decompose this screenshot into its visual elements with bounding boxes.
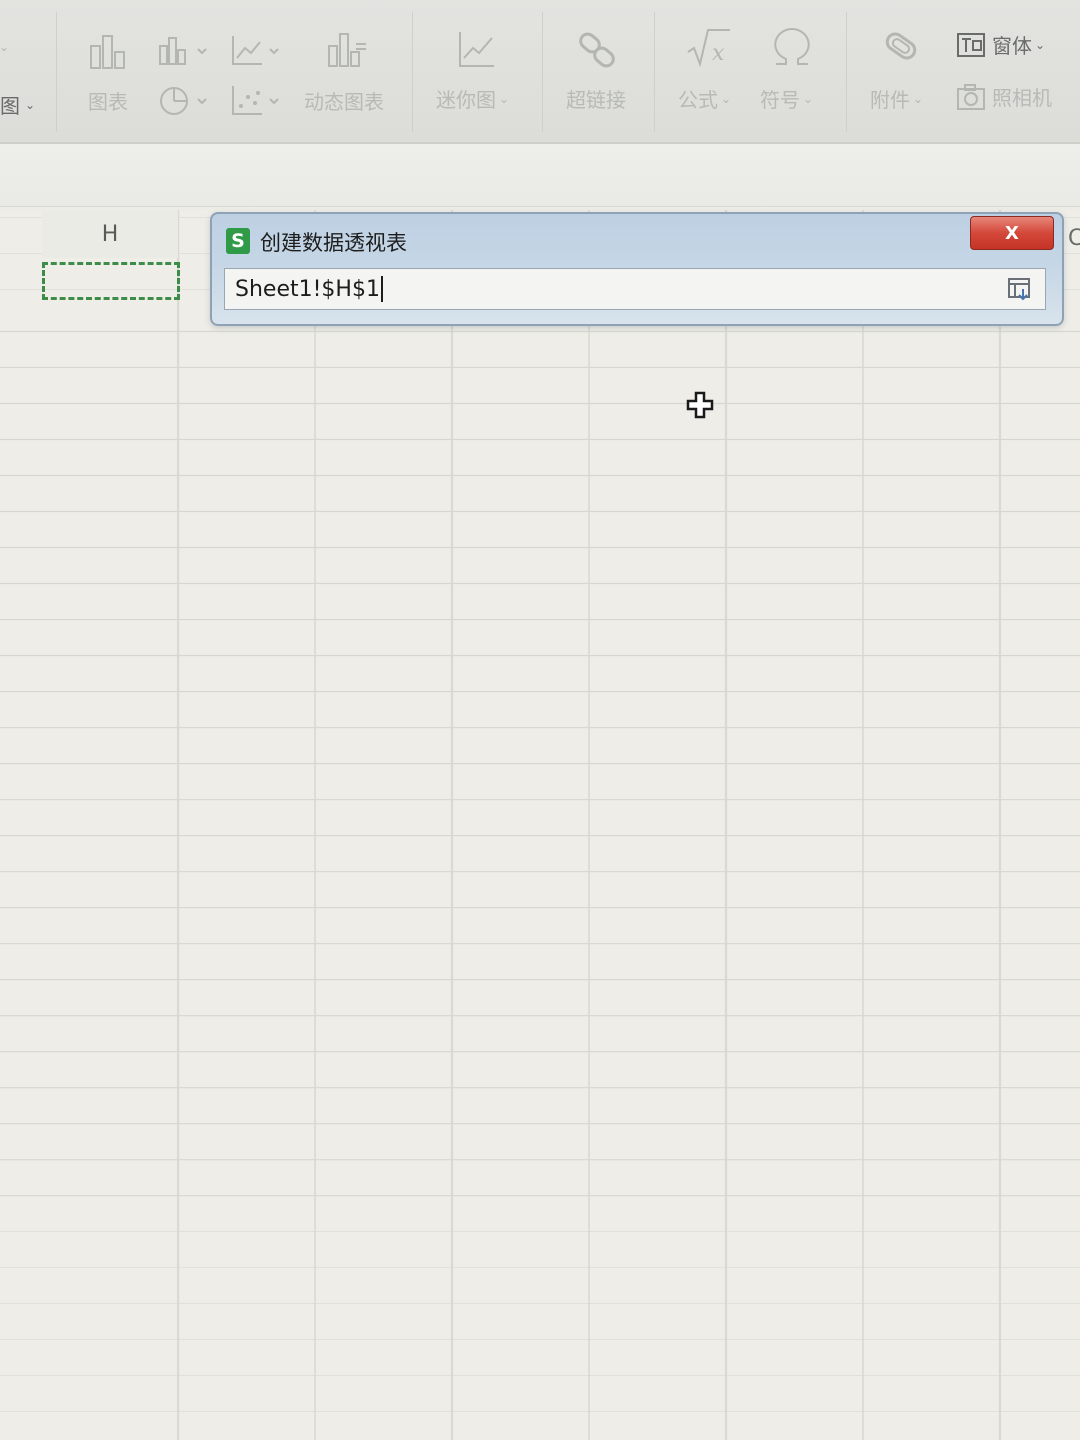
- paperclip-icon[interactable]: [880, 28, 920, 68]
- dialog-title: 创建数据透视表: [260, 231, 407, 255]
- svg-text:x: x: [712, 41, 725, 66]
- line-chart-icon[interactable]: [230, 34, 284, 68]
- chevron-down-icon: ⌄: [721, 91, 732, 106]
- spreadsheet-app-icon: S: [226, 228, 250, 254]
- left-cut-label: 图: [0, 94, 20, 118]
- spreadsheet-window: ⌄ 图 ⌄ 图表 动态图表 迷你图 ⌄ 超链接 x 公式 ⌄ 符号 ⌄ 附件 ⌄…: [0, 0, 1080, 1440]
- chevron-down-icon: ⌄: [913, 91, 924, 106]
- ribbon-separator: [846, 12, 847, 132]
- formula-icon[interactable]: x: [686, 26, 732, 68]
- chevron-down-icon: ⌄: [1035, 37, 1046, 52]
- hyperlink-button[interactable]: 超链接: [566, 84, 626, 113]
- camera-icon: [956, 83, 986, 111]
- left-cut-dropdown[interactable]: 图 ⌄: [0, 90, 35, 119]
- camera-label: 照相机: [992, 86, 1052, 110]
- range-picker-icon[interactable]: [1007, 277, 1033, 301]
- camera-button[interactable]: 照相机: [956, 82, 1052, 111]
- chevron-down-icon: ⌄: [499, 91, 510, 106]
- chart-label: 图表: [88, 90, 128, 114]
- scatter-chart-icon[interactable]: [230, 84, 284, 118]
- dynamic-chart-label: 动态图表: [304, 90, 384, 114]
- sparkline-dropdown[interactable]: 迷你图 ⌄: [436, 84, 509, 113]
- chart-button[interactable]: 图表: [88, 86, 128, 115]
- symbol-dropdown[interactable]: 符号 ⌄: [760, 84, 813, 113]
- range-input-value: Sheet1!$H$1: [235, 276, 380, 302]
- column-header-h[interactable]: H: [42, 210, 178, 258]
- close-icon: X: [1005, 222, 1019, 244]
- bar-chart-icon[interactable]: [88, 32, 128, 72]
- pie-chart-icon[interactable]: [158, 84, 210, 118]
- ribbon-separator: [542, 12, 543, 132]
- form-icon: [956, 31, 986, 59]
- left-cut-dropdown-top[interactable]: ⌄: [0, 40, 9, 54]
- insert-ribbon: ⌄ 图 ⌄ 图表 动态图表 迷你图 ⌄ 超链接 x 公式 ⌄ 符号 ⌄ 附件 ⌄…: [0, 0, 1080, 144]
- dynamic-chart-button[interactable]: 动态图表: [304, 86, 384, 115]
- worksheet-grid[interactable]: [0, 210, 1080, 1440]
- close-button[interactable]: X: [970, 216, 1054, 250]
- formula-bar-area: [0, 144, 1080, 207]
- attachment-dropdown[interactable]: 附件 ⌄: [870, 84, 923, 113]
- range-input[interactable]: Sheet1!$H$1: [224, 268, 1046, 310]
- attachment-label: 附件: [870, 88, 910, 112]
- sparkline-label: 迷你图: [436, 88, 496, 112]
- chevron-down-icon: ⌄: [0, 40, 10, 54]
- ribbon-separator: [56, 12, 57, 132]
- ribbon-separator: [412, 12, 413, 132]
- column-chart-icon[interactable]: [158, 34, 210, 68]
- create-pivot-table-dialog: S 创建数据透视表 X Sheet1!$H$1: [210, 212, 1064, 326]
- window-body-label: 窗体: [992, 34, 1032, 58]
- app-icon-letter: S: [231, 230, 245, 252]
- window-body-dropdown[interactable]: 窗体 ⌄: [956, 30, 1045, 59]
- column-header-partial[interactable]: C: [1068, 226, 1080, 251]
- omega-icon[interactable]: [770, 26, 814, 68]
- cell-select-cursor-icon: [686, 391, 714, 419]
- hyperlink-icon[interactable]: [576, 28, 620, 72]
- ribbon-separator: [654, 12, 655, 132]
- formula-dropdown[interactable]: 公式 ⌄: [678, 84, 731, 113]
- text-caret: [380, 276, 383, 302]
- formula-label: 公式: [678, 88, 718, 112]
- dynamic-chart-icon[interactable]: [326, 30, 368, 70]
- column-header-label: H: [101, 221, 119, 247]
- chevron-down-icon: ⌄: [803, 91, 814, 106]
- sparkline-icon[interactable]: [456, 30, 498, 70]
- selected-cell-h1[interactable]: [42, 262, 180, 300]
- symbol-label: 符号: [760, 88, 800, 112]
- chevron-down-icon: ⌄: [25, 97, 36, 112]
- hyperlink-label: 超链接: [566, 88, 626, 112]
